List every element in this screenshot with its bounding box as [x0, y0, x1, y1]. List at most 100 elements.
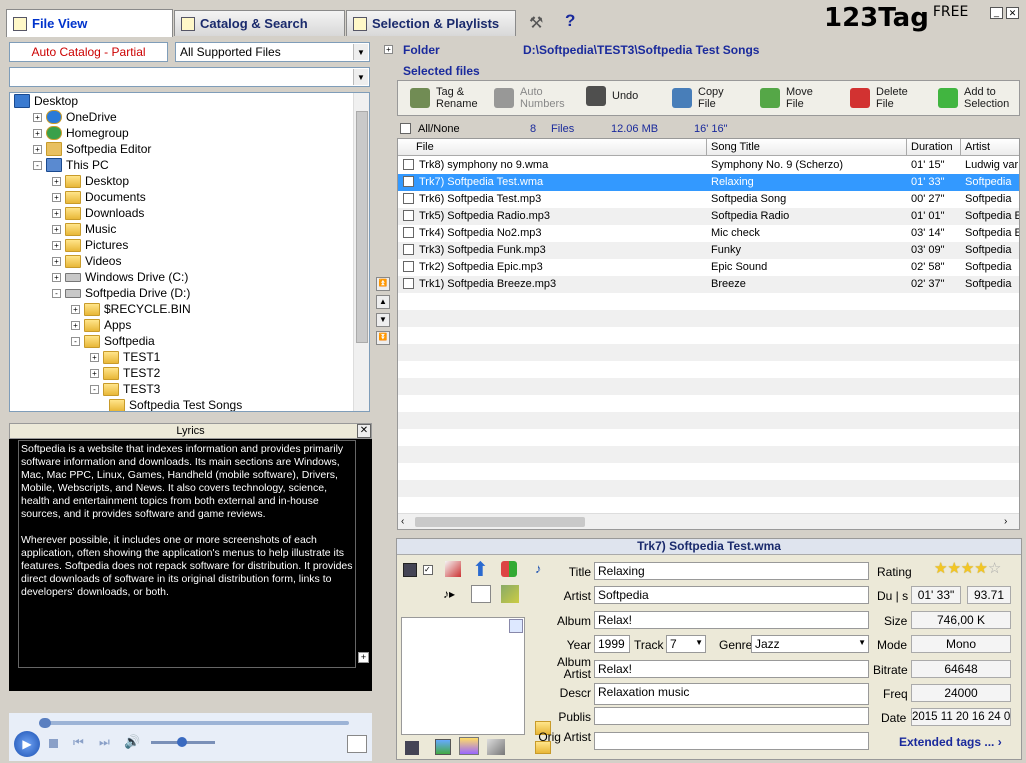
tree-item[interactable]: - TEST3	[90, 381, 160, 397]
expand-icon[interactable]: +	[33, 128, 42, 138]
table-row[interactable]: Trk3) Softpedia Funk.mp3 Funky 03' 09" Soft…	[398, 242, 1019, 259]
expand-icon[interactable]: +	[52, 256, 61, 266]
checkbox-icon[interactable]: ✓	[423, 565, 433, 575]
stop-icon[interactable]	[49, 739, 58, 748]
star-icon[interactable]: ★	[961, 560, 974, 577]
album-artist-field[interactable]: Relax!	[594, 660, 869, 678]
publisher-field[interactable]	[594, 707, 869, 725]
lyrics-text[interactable]: Softpedia is a website that indexes info…	[18, 440, 356, 668]
tag-tools-icon[interactable]	[347, 735, 367, 753]
tree-item[interactable]: + Windows Drive (C:)	[52, 269, 188, 285]
tree-item[interactable]: + Documents	[52, 189, 146, 205]
sound-icon[interactable]: ♪▸	[443, 587, 455, 601]
tree-item[interactable]: + Apps	[71, 317, 131, 333]
minimize-icon[interactable]: _	[990, 7, 1003, 19]
folder-expand-icon[interactable]: +	[384, 45, 393, 54]
row-checkbox[interactable]	[403, 176, 414, 187]
table-row[interactable]: Trk1) Softpedia Breeze.mp3 Breeze 02' 37" S…	[398, 276, 1019, 293]
collapse-icon[interactable]: -	[90, 384, 99, 394]
delete-file-button[interactable]: Delete File	[850, 86, 908, 110]
row-checkbox[interactable]	[403, 278, 414, 289]
table-row[interactable]: Trk2) Softpedia Epic.mp3 Epic Sound 02' 58…	[398, 259, 1019, 276]
tree-item[interactable]: + Desktop	[52, 173, 129, 189]
move-up-button[interactable]: ▲	[376, 295, 390, 309]
expand-icon[interactable]: +	[358, 652, 369, 663]
volume-icon[interactable]: 🔊	[124, 734, 140, 750]
genre-select[interactable]: Jazz ▼	[751, 635, 869, 653]
star-icon[interactable]: ★	[974, 560, 987, 577]
artist-field[interactable]: Softpedia	[594, 586, 869, 604]
column-header[interactable]: Song Title	[707, 139, 907, 156]
scroll-left-icon[interactable]: ‹	[401, 516, 404, 527]
tree-item[interactable]: + Pictures	[52, 237, 128, 253]
tree-item[interactable]: + Videos	[52, 253, 121, 269]
collapse-icon[interactable]: -	[33, 160, 42, 170]
next-icon[interactable]: ⏭	[99, 735, 110, 750]
tree-scrollbar[interactable]	[353, 93, 369, 411]
add-to-selection-button[interactable]: Add to Selection	[938, 86, 1009, 110]
google-icon[interactable]	[501, 561, 517, 577]
table-row[interactable]: Trk6) Softpedia Test.mp3 Softpedia Song 00…	[398, 191, 1019, 208]
row-checkbox[interactable]	[403, 193, 414, 204]
table-row[interactable]: Trk8) symphony no 9.wma Symphony No. 9 (S…	[398, 157, 1019, 174]
row-checkbox[interactable]	[403, 210, 414, 221]
orig-artist-field[interactable]	[594, 732, 869, 750]
tree-item[interactable]: Desktop	[14, 93, 78, 109]
tag-rename-button[interactable]: Tag & Rename	[410, 86, 478, 110]
move-top-button[interactable]: ⏫	[376, 277, 390, 291]
star-icon[interactable]: ☆	[988, 560, 1001, 577]
expand-icon[interactable]: +	[71, 304, 80, 314]
expand-icon[interactable]: +	[33, 112, 42, 122]
expand-icon[interactable]: +	[52, 208, 61, 218]
move-down-button[interactable]: ▼	[376, 313, 390, 327]
tab-file-view[interactable]: File View	[6, 9, 173, 37]
volume-thumb[interactable]	[177, 737, 187, 747]
expand-icon[interactable]: +	[90, 368, 99, 378]
move-file-button[interactable]: Move File	[760, 86, 813, 110]
tree-item[interactable]: + Softpedia Editor	[33, 141, 151, 157]
collapse-icon[interactable]: -	[71, 336, 80, 346]
column-header[interactable]: Artist	[961, 139, 1019, 156]
tab-selection-playlists[interactable]: Selection & Playlists	[346, 10, 516, 36]
collapse-icon[interactable]: -	[52, 288, 61, 298]
undo-button[interactable]: Undo	[586, 86, 638, 106]
star-icon[interactable]: ★	[934, 560, 947, 577]
previous-icon[interactable]: ⏮	[73, 735, 84, 750]
tree-item[interactable]: Softpedia Test Songs	[109, 397, 242, 411]
cover-image-icon[interactable]	[435, 739, 451, 755]
row-checkbox[interactable]	[403, 244, 414, 255]
tree-item[interactable]: + Music	[52, 221, 116, 237]
upload-arrow-icon[interactable]: ⬆	[472, 557, 489, 582]
table-row[interactable]: Trk4) Softpedia No2.mp3 Mic check 03' 14" S…	[398, 225, 1019, 242]
save-icon[interactable]	[403, 563, 417, 577]
auto-catalog-button[interactable]: Auto Catalog - Partial	[9, 42, 168, 62]
tree-item[interactable]: - Softpedia Drive (D:)	[52, 285, 190, 301]
tree-item[interactable]: + OneDrive	[33, 109, 117, 125]
expand-icon[interactable]: +	[33, 144, 42, 154]
play-icon[interactable]: ▶	[14, 731, 40, 757]
extended-tags-link[interactable]: Extended tags ... ›	[899, 735, 1002, 749]
tree-item[interactable]: - This PC	[33, 157, 109, 173]
description-field[interactable]: Relaxation music	[594, 683, 869, 705]
seek-bar[interactable]	[39, 721, 349, 725]
tree-item[interactable]: - Softpedia	[71, 333, 155, 349]
folder-tree[interactable]: Desktop + OneDrive + Homegroup + Softpedia Edi…	[9, 92, 370, 412]
tag-tools-icon[interactable]	[501, 585, 519, 603]
row-checkbox[interactable]	[403, 159, 414, 170]
tree-item[interactable]: + TEST2	[90, 365, 160, 381]
scroll-right-icon[interactable]: ›	[1004, 516, 1007, 527]
seek-thumb[interactable]	[39, 718, 51, 728]
cover-art[interactable]	[401, 617, 525, 735]
expand-icon[interactable]: +	[52, 192, 61, 202]
column-header[interactable]: Duration	[907, 139, 961, 156]
track-select[interactable]: 7 ▼	[666, 635, 706, 653]
lyrics-close-icon[interactable]: ✕	[357, 424, 371, 438]
expand-icon[interactable]: +	[90, 352, 99, 362]
table-row[interactable]: Trk7) Softpedia Test.wma Relaxing 01' 33" S…	[398, 174, 1019, 191]
expand-icon[interactable]: +	[52, 176, 61, 186]
table-row[interactable]: Trk5) Softpedia Radio.mp3 Softpedia Radio…	[398, 208, 1019, 225]
star-icon[interactable]: ★	[947, 560, 960, 577]
year-field[interactable]: 1999	[594, 635, 630, 653]
select-all-checkbox[interactable]	[400, 123, 411, 134]
tree-item[interactable]: + Homegroup	[33, 125, 129, 141]
